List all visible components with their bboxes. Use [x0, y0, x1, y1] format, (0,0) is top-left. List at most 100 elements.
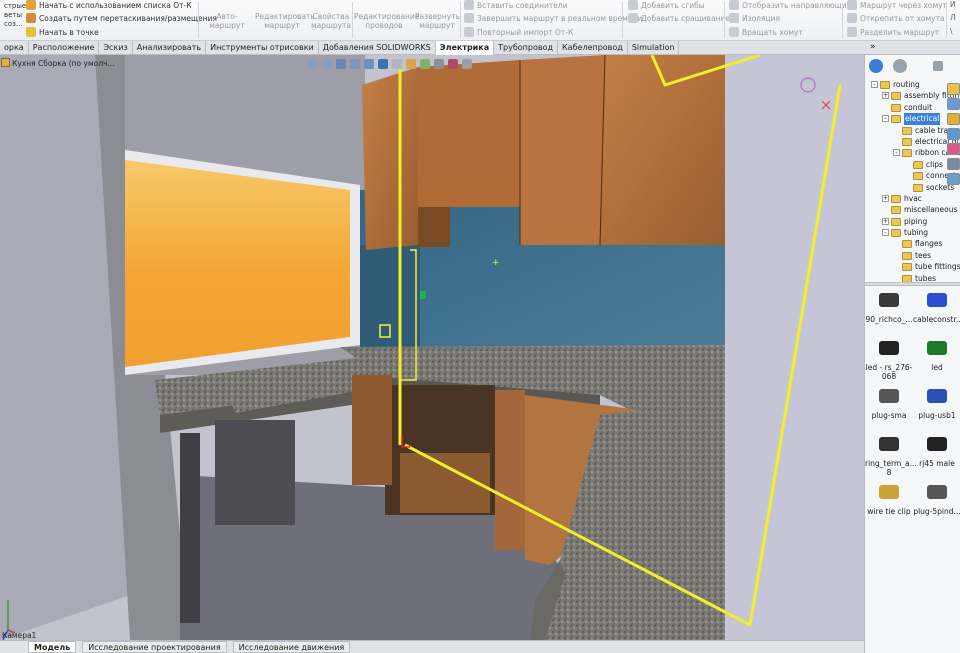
ribbon-separator: [842, 2, 843, 38]
insulation-button[interactable]: Изоляция: [729, 13, 780, 23]
design-library-tab-icon[interactable]: [946, 98, 960, 110]
detach-clip-label: Открепить от хомута: [860, 13, 945, 23]
library-item[interactable]: 90_richco_...: [865, 293, 913, 324]
library-item[interactable]: rj45 male: [913, 437, 960, 468]
collapse-icon[interactable]: -: [882, 115, 889, 123]
zoom-area-icon[interactable]: [322, 59, 332, 69]
library-item[interactable]: plug-usb1: [913, 389, 960, 420]
back-icon[interactable]: [869, 59, 883, 73]
tab-conduit[interactable]: Кабелепровод: [558, 41, 628, 55]
detach-clip-icon: [847, 13, 857, 23]
tab-markup-tools[interactable]: Инструменты отрисовки: [206, 41, 319, 55]
display-pane-icon[interactable]: [462, 59, 472, 69]
display-style-icon[interactable]: [378, 59, 388, 69]
auto-route-button[interactable]: Авто-маршрут: [202, 2, 252, 30]
drag-place-button[interactable]: Создать путем перетаскивания/размещения: [26, 13, 217, 23]
appearances-tab-icon[interactable]: [946, 143, 960, 155]
ribbon-far-left: стрые веты соз...: [0, 2, 26, 29]
forward-icon[interactable]: [893, 59, 907, 73]
library-item[interactable]: led: [913, 341, 960, 372]
edit-wires-button[interactable]: Редактирование проводов: [354, 2, 419, 30]
previous-view-icon[interactable]: [336, 59, 346, 69]
library-item[interactable]: plug-sma: [865, 389, 913, 420]
add-location-icon[interactable]: [933, 61, 943, 71]
folder-icon: [902, 240, 912, 249]
tab-layout[interactable]: Расположение: [29, 41, 100, 55]
add-splice-button[interactable]: Добавить сращивание: [628, 13, 730, 23]
library-item[interactable]: ring_term_a... 8: [865, 437, 917, 477]
finish-route-button[interactable]: Завершить маршрут в реальном времени: [464, 13, 642, 23]
tab-assembly[interactable]: орка: [0, 41, 29, 55]
insulation-label: Изоляция: [742, 13, 780, 23]
folder-icon: [902, 274, 912, 282]
tab-solidworks-addins[interactable]: Добавления SOLIDWORKS: [319, 41, 436, 55]
collapse-icon[interactable]: -: [893, 149, 900, 157]
graphics-viewport[interactable]: + Кухня Сборка (по умолч...: [0, 55, 864, 640]
expand-icon[interactable]: +: [882, 194, 889, 202]
reimport-button[interactable]: Повторный импорт От-К: [464, 27, 573, 37]
folder-icon: [913, 172, 923, 181]
library-item[interactable]: plug-5pind...: [913, 485, 960, 516]
flatten-route-button[interactable]: Развернуть маршрут: [415, 2, 460, 30]
document-title[interactable]: Кухня Сборка (по умолч...: [12, 59, 115, 68]
custom-properties-tab-icon[interactable]: [946, 158, 960, 170]
edit-appearance-icon[interactable]: [406, 59, 416, 69]
solidworks-forum-tab-icon[interactable]: [946, 173, 960, 185]
hide-show-icon[interactable]: [392, 59, 402, 69]
expand-icon[interactable]: +: [882, 92, 889, 100]
tree-node[interactable]: tube fittings: [871, 261, 960, 272]
view-orientation-icon[interactable]: [364, 59, 374, 69]
split-route-label: Разделить маршрут: [860, 27, 940, 37]
collapse-icon[interactable]: -: [871, 81, 878, 88]
split-route-button[interactable]: Разделить маршрут: [847, 27, 939, 37]
tab-sketch[interactable]: Эскиз: [99, 41, 133, 55]
tree-node[interactable]: tees: [871, 250, 960, 261]
pane-splitter[interactable]: [865, 282, 960, 286]
library-item[interactable]: led - rs_276-068: [865, 341, 913, 381]
drag-icon: [26, 13, 36, 23]
model-tab[interactable]: Модель: [28, 641, 77, 653]
library-item[interactable]: wire tie clip: [865, 485, 913, 516]
tab-simulation[interactable]: Simulation: [628, 41, 680, 55]
file-explorer-tab-icon[interactable]: [946, 113, 960, 125]
tree-node-label: clips: [926, 159, 943, 169]
expand-arrows-icon[interactable]: »: [870, 42, 876, 52]
tree-node-label: tubing: [904, 228, 929, 238]
tab-evaluate[interactable]: Анализировать: [133, 41, 207, 55]
add-bends-button[interactable]: Добавить сгибы: [628, 0, 705, 10]
route-through-clip-button[interactable]: Маршрут через хомут: [847, 0, 947, 10]
show-guides-button[interactable]: Отобразить направляющие: [729, 0, 851, 10]
rotate-clip-button[interactable]: Вращать хомут: [729, 27, 803, 37]
auto-route-label: Авто-маршрут: [209, 12, 245, 30]
resources-tab-icon[interactable]: [946, 83, 960, 95]
zoom-to-fit-icon[interactable]: [308, 59, 318, 69]
tree-node[interactable]: flanges: [871, 238, 960, 249]
text-display-icon[interactable]: [448, 59, 458, 69]
tree-node[interactable]: miscellaneous fittings: [871, 204, 960, 215]
tree-node[interactable]: tubes: [871, 273, 960, 282]
tab-electrical[interactable]: Электрика: [435, 41, 495, 55]
route-properties-button[interactable]: Свойства маршрута: [310, 2, 352, 30]
show-guides-label: Отобразить направляющие: [742, 0, 852, 10]
tab-piping[interactable]: Трубопровод: [494, 41, 558, 55]
motion-study-tab[interactable]: Исследование движения: [232, 641, 351, 653]
library-item[interactable]: cableconstr...: [913, 293, 960, 324]
collapse-icon[interactable]: -: [882, 229, 889, 237]
tree-node[interactable]: + hvac: [871, 193, 960, 204]
view-settings-icon[interactable]: [434, 59, 444, 69]
apply-scene-icon[interactable]: [420, 59, 430, 69]
start-at-point-button[interactable]: Начать в точке: [26, 27, 99, 37]
folder-icon: [891, 194, 901, 203]
start-from-list-button[interactable]: Начать с использованием списка От-К: [26, 0, 192, 10]
section-view-icon[interactable]: [350, 59, 360, 69]
tree-node[interactable]: + piping: [871, 216, 960, 227]
view-palette-tab-icon[interactable]: [946, 128, 960, 140]
insert-connectors-button[interactable]: Вставить соединители: [464, 0, 568, 10]
library-item-label: led - rs_276-068: [865, 363, 913, 381]
design-study-tab[interactable]: Исследование проектирования: [82, 641, 227, 653]
plug-5pin-icon: [927, 485, 947, 499]
tree-node[interactable]: - tubing: [871, 227, 960, 238]
edit-route-button[interactable]: Редактировать маршрут: [255, 2, 315, 30]
expand-icon[interactable]: +: [882, 217, 889, 225]
detach-clip-button[interactable]: Открепить от хомута: [847, 13, 945, 23]
